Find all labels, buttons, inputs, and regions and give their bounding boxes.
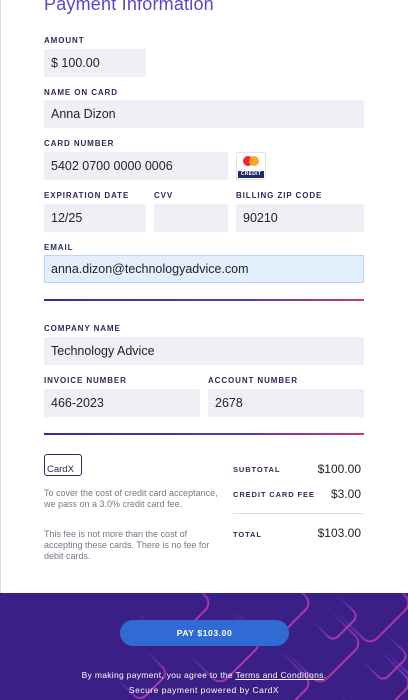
total-value: $103.00 — [317, 526, 361, 540]
summary-rule — [233, 513, 363, 514]
billing-zip-label: BILLING ZIP CODE — [236, 191, 323, 200]
account-number-label: ACCOUNT NUMBER — [208, 376, 298, 385]
section-divider-1 — [44, 299, 364, 301]
cardx-logo: CardX — [44, 454, 82, 476]
total-label: TOTAL — [233, 530, 262, 539]
account-number-field[interactable]: 2678 — [208, 389, 364, 417]
cvv-label: CVV — [154, 191, 174, 200]
secure-payment-text: Secure payment powered by CardX — [128, 685, 280, 695]
pay-button[interactable]: PAY $103.00 — [120, 620, 289, 646]
amount-label: AMOUNT — [44, 36, 85, 45]
billing-zip-field[interactable]: 90210 — [236, 204, 364, 232]
email-label: EMAIL — [44, 243, 74, 252]
mastercard-yellow-circle — [249, 156, 259, 166]
email-field[interactable]: anna.dizon@technologyadvice.com — [44, 255, 364, 283]
payment-footer: PAY $103.00 By making payment, you agree… — [0, 593, 408, 700]
company-name-field[interactable]: Technology Advice — [44, 337, 364, 365]
expiration-label: EXPIRATION DATE — [44, 191, 130, 200]
mastercard-icon: CREDIT — [236, 152, 266, 180]
fee-disclaimer: This fee is not more than the cost of ac… — [44, 529, 210, 561]
terms-prefix: By making payment, you agree to the — [81, 670, 236, 680]
section-divider-2 — [44, 433, 364, 435]
subtotal-label: SUBTOTAL — [233, 465, 281, 474]
credit-card-fee-value: $3.00 — [330, 487, 361, 501]
fee-note: To cover the cost of credit card accepta… — [44, 488, 218, 509]
terms-suffix: . — [323, 670, 327, 680]
name-on-card-field[interactable]: Anna Dizon — [44, 100, 364, 128]
terms-notice: By making payment, you agree to the Term… — [0, 670, 408, 680]
credit-tag: CREDIT — [238, 171, 264, 178]
card-number-label: CARD NUMBER — [44, 139, 115, 148]
card-number-field[interactable]: 5402 0700 0000 0006 — [44, 152, 228, 180]
expiration-field[interactable]: 12/25 — [44, 204, 146, 232]
subtotal-value: $100.00 — [317, 462, 361, 476]
page-title: Payment Information — [44, 0, 214, 14]
cvv-field[interactable] — [154, 204, 228, 232]
invoice-number-label: INVOICE NUMBER — [44, 376, 127, 385]
credit-card-fee-label: CREDIT CARD FEE — [233, 490, 315, 499]
company-name-label: COMPANY NAME — [44, 324, 121, 333]
terms-link[interactable]: Terms and Conditions — [235, 670, 323, 680]
amount-field[interactable]: $ 100.00 — [44, 49, 146, 77]
invoice-number-field[interactable]: 466-2023 — [44, 389, 200, 417]
footer-pattern — [114, 593, 408, 700]
name-on-card-label: NAME ON CARD — [44, 88, 118, 97]
